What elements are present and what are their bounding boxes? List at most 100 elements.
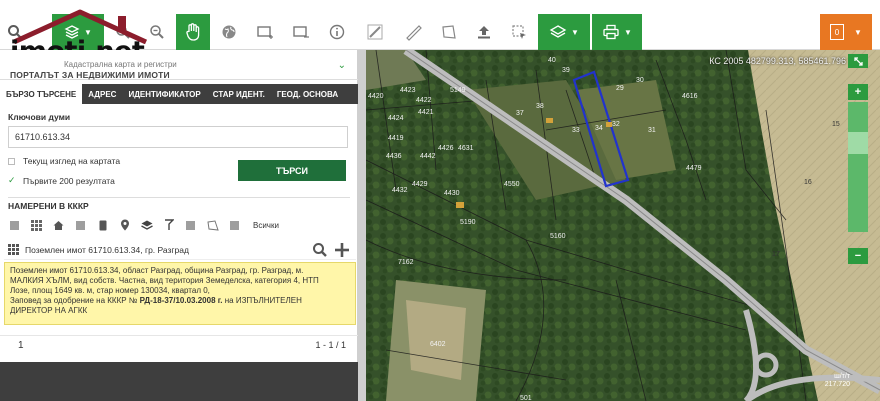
print-icon (603, 24, 619, 40)
filter-home-icon[interactable] (52, 219, 65, 231)
coordinate-readout: КС 2005 482799.313, 585461.796 (709, 56, 846, 66)
parcel-label: 4426 (438, 145, 454, 152)
parcel-label: 4442 (420, 153, 436, 160)
filter-mobile-icon[interactable] (96, 219, 109, 231)
parcel-label: 39 (562, 67, 570, 74)
keywords-input[interactable] (8, 126, 348, 148)
select-tool-button[interactable] (504, 14, 534, 50)
parcel-label: 4631 (458, 145, 474, 152)
fullscreen-button[interactable] (848, 54, 868, 68)
parcel-label: 4423 (400, 87, 416, 94)
parcel-label: 29 (616, 85, 624, 92)
order-number: РД-18-37/10.03.2008 г. (139, 296, 223, 305)
filter-building-icon[interactable] (30, 219, 43, 231)
result-details: Поземлен имот 61710.613.34, област Разгр… (4, 262, 356, 325)
cart-counter-button[interactable]: 0 ▼ (820, 14, 872, 50)
rectangle-select-icon (257, 26, 273, 39)
chevron-down-icon[interactable]: ⌄ (338, 60, 346, 71)
upload-button[interactable] (468, 14, 500, 50)
tab-old-identifier[interactable]: СТАР ИДЕНТ. (207, 84, 271, 104)
parcel-label: 34 (595, 125, 603, 132)
line-measure-icon (406, 25, 422, 41)
info-button[interactable] (322, 14, 352, 50)
parcel-label: 4429 (412, 181, 428, 188)
result-header: Поземлен имот 61710.613.34, гр. Разград (4, 240, 356, 260)
area-measure-button[interactable] (432, 14, 466, 50)
scale-bar: ш/т/т 217.720 (825, 373, 850, 389)
portal-subtitle: Кадастрална карта и регистри (64, 60, 177, 69)
keywords-label: Ключови думи (8, 112, 71, 122)
filter-parcel-icon[interactable] (8, 219, 21, 231)
tab-quick-search[interactable]: БЪРЗО ТЪРСЕНЕ (0, 84, 83, 104)
filter-layers-icon[interactable] (140, 219, 153, 231)
filter-ruler-icon[interactable] (162, 219, 175, 231)
parcel-label: 4419 (388, 135, 404, 142)
ruler-button[interactable] (358, 14, 392, 50)
pan-tool-button[interactable] (176, 14, 210, 50)
check-icon[interactable]: ✓ (8, 175, 16, 186)
first-200-label: Първите 200 резултата (23, 175, 115, 186)
parcel-label: 4479 (686, 165, 702, 172)
line-measure-button[interactable] (396, 14, 430, 50)
portal-header: Кадастрална карта и регистри ПОРТАЛЪТ ЗА… (0, 50, 358, 80)
map-canvas[interactable]: 4420 4423 4422 5149 4424 4421 4436 4426 … (366, 50, 880, 401)
filter-unit-icon[interactable] (74, 219, 87, 231)
filter-location-icon[interactable] (118, 219, 131, 231)
filter-flag-icon[interactable] (184, 219, 197, 231)
measure-tool-button[interactable] (286, 14, 316, 50)
parcel-label: 4420 (368, 93, 384, 100)
result-title[interactable]: Поземлен имот 61710.613.34, гр. Разград (25, 245, 312, 255)
parcel-label: 33 (572, 127, 580, 134)
parcel-label: 4424 (388, 115, 404, 122)
parcel-label: 5160 (550, 233, 566, 240)
zoom-slider-handle[interactable] (848, 132, 868, 154)
parcel-label: 37 (516, 110, 524, 117)
search-button[interactable]: ТЪРСИ (238, 160, 346, 181)
chevron-down-icon: ▼ (624, 27, 632, 37)
upload-icon (478, 26, 490, 39)
current-view-label: Текущ изглед на картата (23, 156, 121, 166)
ruler-icon (367, 24, 383, 40)
zoom-out-map-button[interactable]: − (848, 248, 868, 264)
zoom-control: + − (848, 54, 868, 266)
tab-geodetic-base[interactable]: ГЕОД. ОСНОВА (271, 84, 344, 104)
parcel-label: 4436 (386, 153, 402, 160)
zoom-slider-track[interactable] (848, 102, 868, 232)
scale-bottom: 217.720 (824, 381, 850, 388)
area-icon (442, 25, 456, 39)
first-200-checkbox[interactable]: ✓ Първите 200 резултата (8, 175, 115, 186)
order-prefix: Заповед за одобрение на КККР № (10, 296, 140, 305)
zoom-to-result-icon[interactable] (312, 242, 328, 258)
rectangle-select-button[interactable] (250, 14, 280, 50)
page-range: 1 - 1 / 1 (315, 340, 346, 350)
tab-address[interactable]: АДРЕС (82, 84, 122, 104)
map-view[interactable]: 4420 4423 4422 5149 4424 4421 4436 4426 … (366, 50, 880, 401)
filter-all-label[interactable]: Всички (253, 221, 279, 230)
tab-identifier[interactable]: ИДЕНТИФИКАТОР (122, 84, 206, 104)
print-dropdown-button[interactable]: ▼ (592, 14, 642, 50)
order-suffix: на ИЗПЪЛНИТЕЛЕН (222, 296, 302, 305)
result-line: Заповед за одобрение на КККР № РД-18-37/… (10, 296, 350, 306)
filter-extra-icon[interactable] (228, 219, 241, 231)
result-line: Поземлен имот 61710.613.34, област Разгр… (10, 266, 304, 275)
pan-hand-icon (186, 23, 200, 41)
parcel-label: 4421 (418, 109, 434, 116)
globe-icon (222, 25, 236, 39)
grid-icon (8, 244, 19, 255)
page-number[interactable]: 1 (18, 340, 24, 351)
layers-map-icon (549, 25, 567, 38)
parcel-label: 4616 (682, 93, 698, 100)
map-layers-dropdown-button[interactable]: ▼ (538, 14, 590, 50)
checkbox-empty[interactable] (8, 157, 15, 165)
parcel-label: 5190 (460, 219, 476, 226)
parcel-label: 40 (548, 57, 556, 64)
zoom-in-map-button[interactable]: + (848, 84, 868, 100)
info-icon (329, 24, 345, 40)
panel-resize-handle[interactable] (358, 50, 366, 401)
add-result-icon[interactable] (334, 242, 350, 258)
filter-area-icon[interactable] (206, 219, 219, 231)
globe-button[interactable] (214, 14, 244, 50)
parcel-label: 15 (832, 121, 840, 128)
parcel-label: 16 (804, 179, 812, 186)
current-view-checkbox[interactable]: Текущ изглед на картата (8, 156, 120, 166)
